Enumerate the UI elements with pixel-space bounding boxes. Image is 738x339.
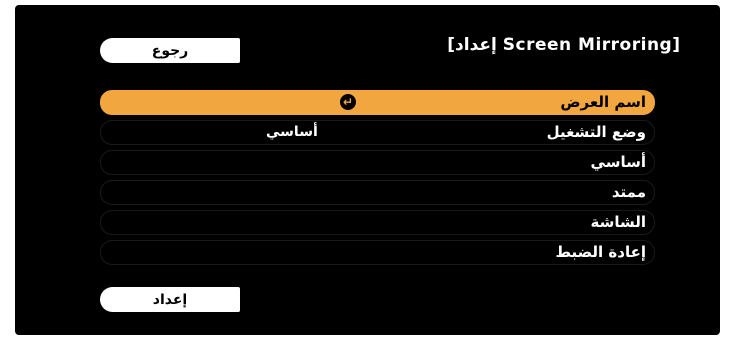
menu-title: [إعداد Screen Mirroring]: [447, 35, 680, 55]
menu-item-basic[interactable]: أساسي: [100, 150, 655, 175]
menu-item-reset[interactable]: إعادة الضبط: [100, 240, 655, 265]
projector-menu-screen: [إعداد Screen Mirroring] رجوع ↵ اسم العر…: [15, 5, 720, 335]
menu-item-label: ممتد: [611, 183, 646, 201]
settings-menu: ↵ اسم العرض أساسي وضع التشغيل أساسي ممتد…: [100, 90, 655, 270]
menu-item-operation-mode[interactable]: أساسي وضع التشغيل: [100, 120, 655, 145]
enter-icon: ↵: [340, 94, 356, 110]
menu-item-label: إعادة الضبط: [555, 243, 646, 261]
menu-item-label: أساسي: [590, 153, 646, 171]
menu-item-display-name[interactable]: ↵ اسم العرض: [100, 90, 655, 115]
menu-item-extended[interactable]: ممتد: [100, 180, 655, 205]
menu-item-label: اسم العرض: [560, 93, 646, 111]
setup-button[interactable]: إعداد: [100, 287, 240, 312]
menu-item-value: أساسي: [266, 124, 318, 140]
back-button[interactable]: رجوع: [100, 38, 240, 63]
menu-item-display[interactable]: الشاشة: [100, 210, 655, 235]
menu-item-label: وضع التشغيل: [546, 123, 646, 141]
menu-item-label: الشاشة: [590, 213, 646, 231]
